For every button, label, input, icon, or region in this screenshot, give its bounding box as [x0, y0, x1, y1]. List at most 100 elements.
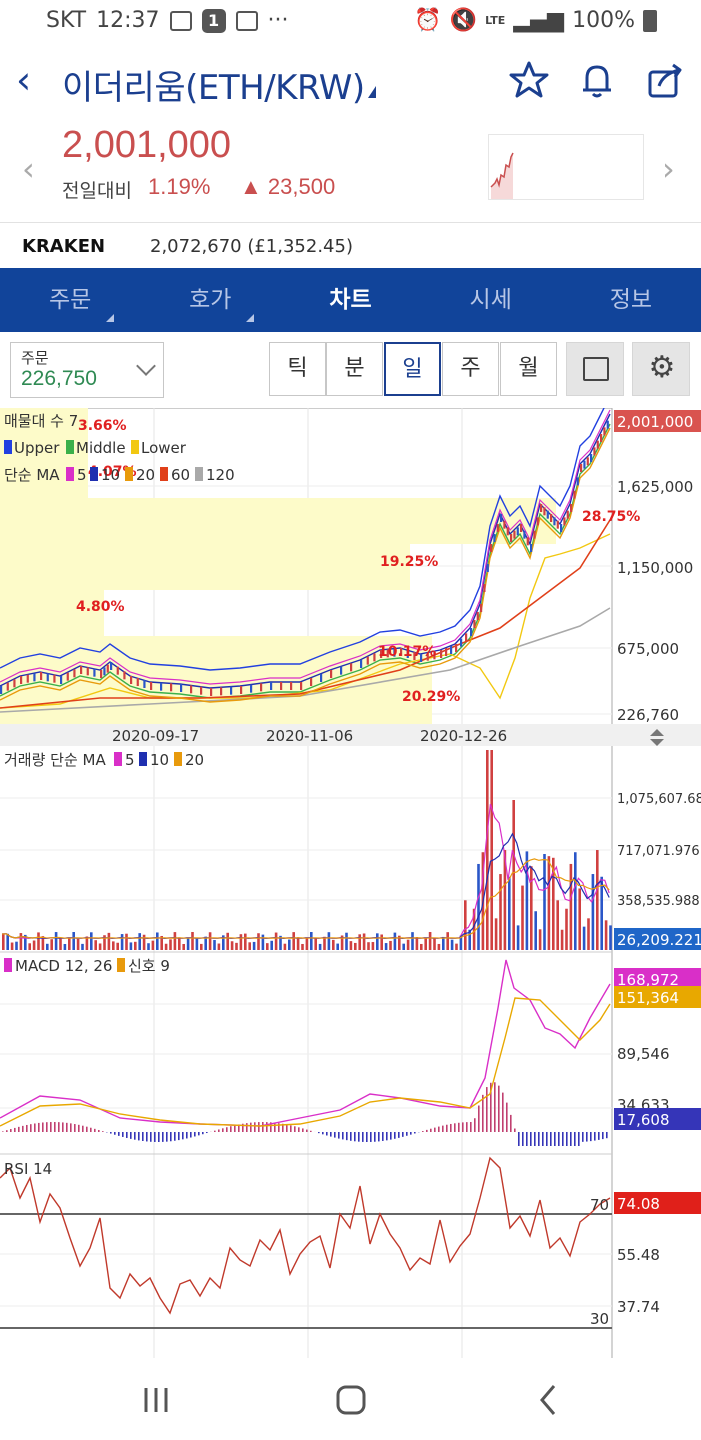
star-icon[interactable] — [506, 60, 552, 106]
volume-bar — [569, 863, 573, 950]
fullscreen-button[interactable] — [566, 342, 624, 396]
volume-bar — [362, 933, 366, 950]
candle — [586, 457, 589, 466]
volume-bar — [107, 932, 111, 950]
share-icon[interactable] — [642, 60, 688, 106]
volume-bar — [499, 874, 502, 950]
legend-ma-5: 5 — [77, 466, 87, 484]
volume-bar — [371, 942, 375, 950]
macd-hist-bar — [262, 1122, 264, 1132]
volume-bar — [90, 932, 93, 950]
volume-bar — [367, 942, 370, 950]
candle — [566, 510, 569, 519]
candle — [80, 666, 83, 674]
candle — [210, 688, 213, 696]
candle — [506, 527, 509, 536]
signal-line — [0, 997, 611, 1127]
volume-bar — [420, 943, 423, 950]
tab-market[interactable]: 시세 — [421, 268, 561, 332]
order-quantity-select[interactable]: 주문 226,750 — [10, 342, 164, 398]
volume-bar — [116, 942, 119, 950]
volume-bar — [543, 854, 546, 950]
macd-hist-bar — [154, 1132, 156, 1142]
candle — [230, 686, 233, 695]
macd-hist-bar — [274, 1122, 276, 1132]
prev-coin-icon[interactable]: ‹ — [22, 150, 35, 188]
recent-apps-icon[interactable] — [126, 1380, 186, 1420]
macd-hist-bar — [454, 1123, 456, 1132]
volume-bar — [63, 943, 67, 950]
candle — [20, 676, 23, 684]
period-minute-button[interactable]: 분 — [326, 342, 383, 396]
macd-hist-bar — [18, 1126, 20, 1132]
volume-bar — [296, 937, 300, 950]
candle — [550, 514, 553, 522]
mini-chart[interactable] — [488, 134, 644, 200]
macd-hist-bar — [386, 1132, 388, 1141]
page-title[interactable]: 이더리움(ETH/KRW) — [62, 60, 365, 109]
volume-last: 26,209.221 — [617, 931, 701, 949]
macd-hist-bar — [554, 1132, 556, 1146]
candle — [490, 544, 493, 552]
macd-hist-bar — [370, 1132, 372, 1142]
bell-icon[interactable] — [574, 60, 620, 106]
volume-ma-5: 5 — [125, 751, 135, 769]
volume-bar — [310, 932, 313, 950]
volume-bar — [283, 943, 287, 950]
macd-hist-bar — [78, 1124, 80, 1132]
macd-hist-bar — [586, 1132, 588, 1142]
back-icon[interactable] — [518, 1380, 578, 1420]
candle — [496, 524, 499, 532]
volume-bar — [191, 932, 194, 950]
settings-button[interactable]: ⚙ — [632, 342, 690, 396]
macd-hist-bar — [606, 1132, 608, 1139]
home-icon[interactable] — [321, 1380, 381, 1420]
tab-info[interactable]: 정보 — [561, 268, 701, 332]
macd-hist-bar — [550, 1132, 552, 1146]
candle — [150, 682, 153, 690]
macd-hist-bar — [178, 1132, 180, 1141]
carrier: SKT — [46, 8, 87, 33]
macd-hist-bar — [130, 1132, 132, 1139]
legend-swatch — [195, 467, 203, 481]
vp-label: 28.75% — [582, 509, 640, 525]
macd-hist-bar — [334, 1132, 336, 1138]
candle — [330, 670, 333, 678]
period-month-button[interactable]: 월 — [500, 342, 557, 396]
macd-hist-bar — [222, 1128, 224, 1132]
chart-area[interactable]: 3.66% 4.07% 28.75% 19.25% 4.80% 10.17% 2… — [0, 395, 701, 1358]
title-dropdown-icon[interactable] — [368, 86, 376, 98]
volume-bar — [587, 918, 590, 950]
macd-hist-bar — [538, 1132, 540, 1146]
tab-orderbook[interactable]: 호가 — [140, 268, 280, 332]
macd-hist-bar — [530, 1132, 532, 1146]
volume-bar — [288, 939, 291, 950]
period-tick-button[interactable]: 틱 — [269, 342, 326, 396]
macd-hist-bar — [14, 1127, 16, 1132]
next-coin-icon[interactable]: › — [662, 150, 675, 188]
candle — [6, 682, 9, 691]
period-day-button[interactable]: 일 — [384, 342, 441, 396]
candle — [480, 604, 483, 612]
macd-hist-bar — [302, 1128, 304, 1132]
macd-hist-bar — [22, 1125, 24, 1132]
tab-chart[interactable]: 차트 — [280, 268, 420, 332]
volume-bar — [46, 943, 49, 950]
volume-bar — [402, 943, 405, 950]
candle — [523, 530, 526, 539]
tab-order[interactable]: 주문 — [0, 268, 140, 332]
system-nav-bar — [0, 1358, 701, 1440]
period-week-button[interactable]: 주 — [442, 342, 499, 396]
back-button[interactable]: ‹ — [16, 60, 56, 104]
volume-bar — [547, 856, 551, 950]
candle — [86, 667, 89, 676]
candle — [116, 666, 119, 675]
macd-hist-bar — [194, 1132, 196, 1137]
candle — [593, 447, 596, 456]
candle — [583, 460, 586, 469]
macd-hist-bar — [566, 1132, 568, 1146]
volume-bar — [244, 933, 247, 950]
macd-hist-bar — [346, 1132, 348, 1141]
price-tick: 1,150,000 — [617, 559, 693, 577]
macd-hist-bar — [38, 1122, 40, 1132]
